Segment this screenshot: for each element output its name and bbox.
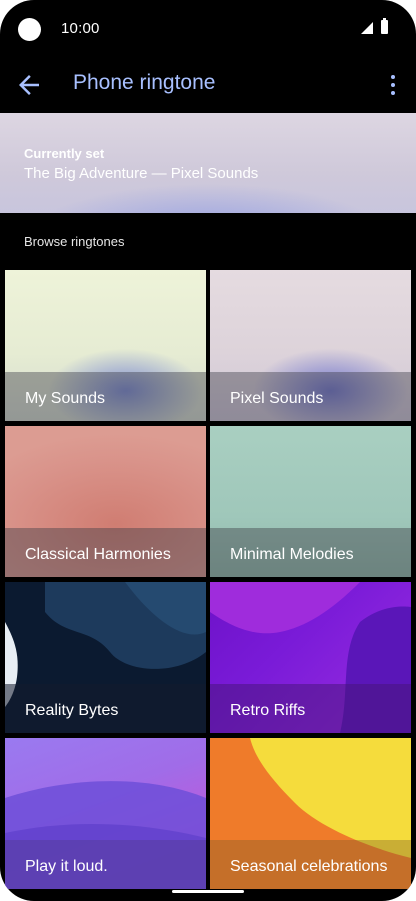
- category-tile-my-sounds[interactable]: My Sounds: [5, 270, 206, 421]
- menu-dot: [391, 83, 395, 87]
- category-tile-pixel-sounds[interactable]: Pixel Sounds: [210, 270, 411, 421]
- tile-label: Seasonal celebrations: [230, 858, 388, 875]
- category-tile-minimal-melodies[interactable]: Minimal Melodies: [210, 426, 411, 577]
- tile-label: Play it loud.: [25, 858, 108, 875]
- menu-dot: [391, 75, 395, 79]
- tile-label: My Sounds: [25, 390, 106, 407]
- category-tile-reality-bytes[interactable]: Reality Bytes: [5, 582, 206, 733]
- tile-label: Minimal Melodies: [230, 546, 354, 563]
- tile-label: Classical Harmonies: [25, 546, 171, 563]
- current-ringtone-label: Currently set: [24, 146, 105, 161]
- page-title: Phone ringtone: [73, 71, 216, 94]
- arrow-back-icon[interactable]: [14, 70, 44, 100]
- current-ringtone-banner[interactable]: Currently set The Big Adventure — Pixel …: [0, 113, 416, 213]
- more-vert-icon[interactable]: [381, 70, 405, 100]
- status-bar: 10:00: [0, 0, 416, 58]
- tile-label: Retro Riffs: [230, 702, 306, 719]
- phone-screen: 10:00 Phone ringtone Currently set The B…: [0, 0, 416, 901]
- browse-heading: Browse ringtones: [24, 234, 125, 249]
- camera-cutout: [18, 18, 41, 41]
- category-tile-classical-harmonies[interactable]: Classical Harmonies: [5, 426, 206, 577]
- signal-icon: [361, 22, 373, 34]
- arrow-back-glyph: [19, 75, 39, 95]
- category-tile-seasonal-celebrations[interactable]: Seasonal celebrations: [210, 738, 411, 889]
- app-bar: Phone ringtone: [0, 58, 416, 112]
- art-shape: [210, 582, 360, 634]
- status-time: 10:00: [61, 20, 100, 37]
- category-tile-retro-riffs[interactable]: Retro Riffs: [210, 582, 411, 733]
- category-tile-play-it-loud[interactable]: Play it loud.: [5, 738, 206, 889]
- battery-icon: [381, 18, 388, 34]
- current-ringtone-value: The Big Adventure — Pixel Sounds: [24, 165, 259, 182]
- tile-label: Pixel Sounds: [230, 390, 324, 407]
- gesture-nav-bar[interactable]: [172, 890, 244, 893]
- menu-dot: [391, 91, 395, 95]
- tile-label: Reality Bytes: [25, 702, 119, 719]
